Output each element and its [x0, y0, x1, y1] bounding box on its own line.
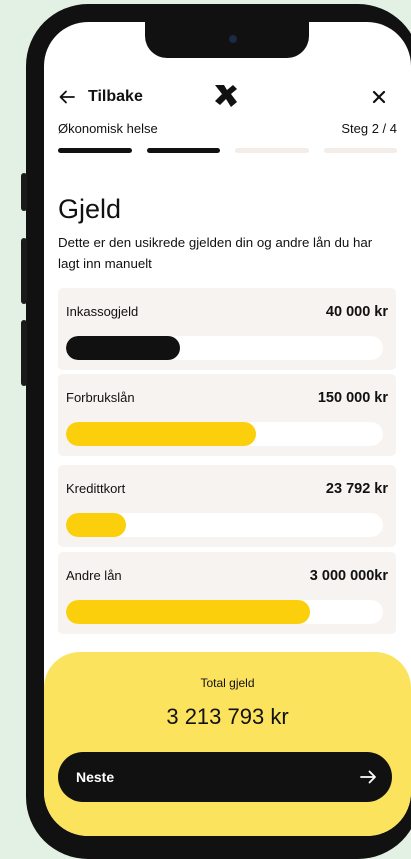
- debt-bar-fill: [66, 336, 181, 360]
- step-row: Økonomisk helse Steg 2 / 4: [58, 121, 397, 139]
- back-label: Tilbake: [88, 88, 143, 105]
- debt-card: Andre lån 3 000 000kr: [58, 552, 396, 634]
- next-label: Neste: [76, 769, 115, 785]
- debt-bar-track: [66, 422, 383, 446]
- debt-label: Forbrukslån: [66, 390, 135, 405]
- progress-segment: [235, 148, 309, 153]
- next-button[interactable]: Neste: [58, 752, 392, 802]
- step-progress-bar: [58, 148, 397, 153]
- total-panel: Total gjeld 3 213 793 kr Neste: [44, 652, 411, 836]
- debt-label: Inkassogjeld: [66, 304, 139, 319]
- back-button[interactable]: Tilbake: [58, 82, 143, 112]
- camera-icon: [229, 35, 237, 43]
- app-header: Tilbake: [44, 82, 411, 112]
- app-screen: Tilbake Økonomisk helse Steg 2 / 4 Gjeld…: [44, 22, 411, 836]
- progress-segment: [323, 148, 397, 153]
- debt-amount: 150 000 kr: [317, 390, 388, 406]
- debt-card: Inkassogjeld 40 000 kr: [58, 288, 396, 370]
- debt-bar-track: [66, 513, 383, 537]
- section-title: Økonomisk helse: [58, 121, 158, 136]
- debt-amount: 3 000 000kr: [309, 568, 388, 584]
- brand-logo-icon: [215, 85, 237, 107]
- total-label: Total gjeld: [200, 676, 255, 690]
- arrow-left-icon: [59, 90, 75, 104]
- total-value: 3 213 793 kr: [166, 704, 289, 729]
- debt-bar-fill: [66, 600, 311, 624]
- debt-label: Andre lån: [66, 568, 122, 583]
- debt-label: Kredittkort: [66, 481, 126, 496]
- debt-bar-fill: [66, 513, 127, 537]
- phone-notch: [145, 22, 309, 58]
- progress-segment: [146, 148, 220, 153]
- debt-card: Kredittkort 23 792 kr: [58, 465, 396, 547]
- page-description: Dette er den usikrede gjelden din og and…: [58, 235, 373, 271]
- close-icon: [372, 90, 386, 104]
- close-button[interactable]: [366, 84, 392, 110]
- debt-card: Forbrukslån 150 000 kr: [58, 374, 396, 456]
- page-title: Gjeld: [58, 194, 122, 224]
- debt-bar-track: [66, 336, 383, 360]
- step-counter: Steg 2 / 4: [341, 121, 397, 136]
- arrow-right-icon: [360, 770, 376, 784]
- debt-bar-fill: [66, 422, 257, 446]
- debt-amount: 23 792 kr: [325, 481, 388, 497]
- debt-bar-track: [66, 600, 383, 624]
- phone-side-button: [21, 238, 27, 304]
- progress-segment: [58, 148, 132, 153]
- phone-side-button: [21, 173, 27, 211]
- phone-side-button: [21, 320, 27, 386]
- debt-amount: 40 000 kr: [325, 304, 388, 320]
